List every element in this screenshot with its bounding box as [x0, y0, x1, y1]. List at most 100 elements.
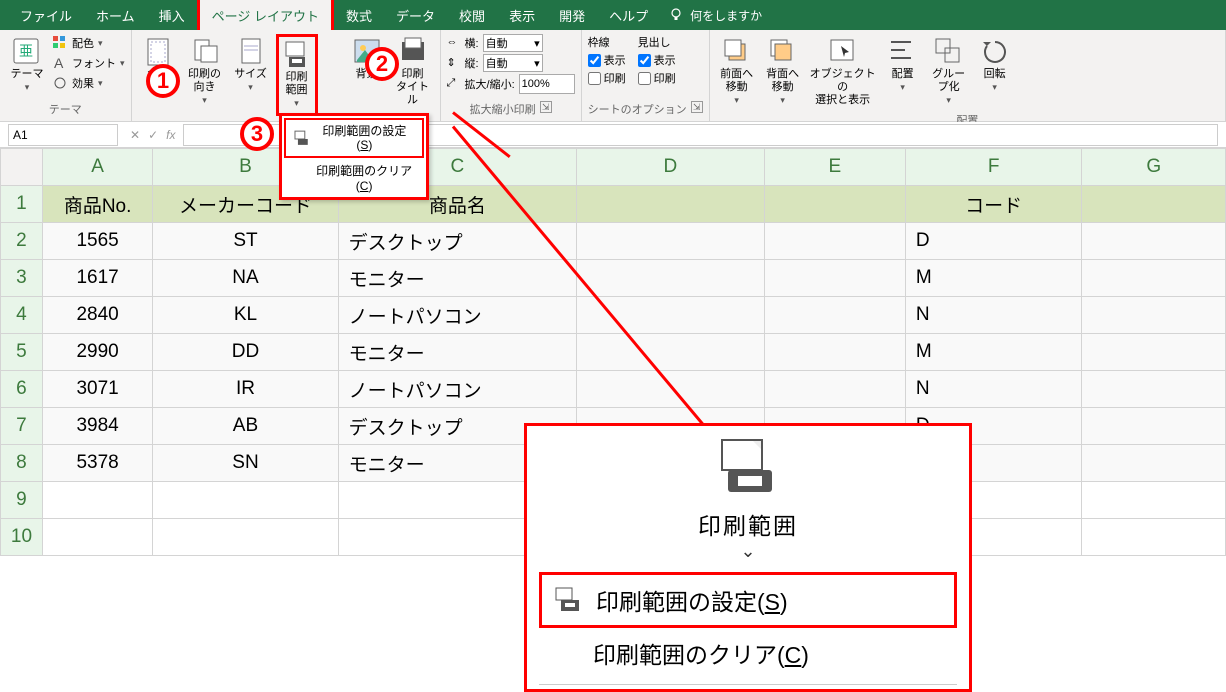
- scale-width-combo[interactable]: 自動▾: [483, 34, 543, 52]
- row-header-10[interactable]: 10: [1, 519, 43, 556]
- tab-developer[interactable]: 開発: [547, 0, 597, 31]
- row-header-2[interactable]: 2: [1, 223, 43, 260]
- effects-button[interactable]: 効果: [52, 74, 125, 92]
- tellme[interactable]: 何をしますか: [668, 7, 762, 24]
- cell[interactable]: [764, 223, 905, 260]
- cell[interactable]: ST: [153, 223, 338, 260]
- cell[interactable]: [1082, 297, 1226, 334]
- chevron-down-icon[interactable]: ⌄: [740, 541, 755, 562]
- row-header-9[interactable]: 9: [1, 482, 43, 519]
- callout-clear-print-area[interactable]: 印刷範囲のクリア(C): [539, 628, 957, 678]
- rotate-button[interactable]: 回転: [974, 34, 1016, 96]
- selection-pane-button[interactable]: オブジェクトの 選択と表示: [808, 34, 878, 110]
- tab-file[interactable]: ファイル: [8, 0, 84, 31]
- cell[interactable]: IR: [153, 371, 338, 408]
- row-header-5[interactable]: 5: [1, 334, 43, 371]
- fonts-button[interactable]: Aフォント: [52, 54, 125, 72]
- cell[interactable]: ノートパソコン: [338, 297, 576, 334]
- cell[interactable]: [42, 519, 152, 556]
- print-titles-button[interactable]: 印刷 タイトル: [392, 34, 434, 110]
- cell[interactable]: D: [905, 223, 1082, 260]
- cell[interactable]: [1082, 482, 1226, 519]
- cell[interactable]: DD: [153, 334, 338, 371]
- print-area-button[interactable]: 印刷範囲 印刷範囲の設定(S) 印刷範囲のクリア(C): [276, 34, 318, 116]
- cell[interactable]: 2990: [42, 334, 152, 371]
- row-header-4[interactable]: 4: [1, 297, 43, 334]
- cancel-icon[interactable]: ✕: [130, 128, 140, 142]
- tab-insert[interactable]: 挿入: [147, 0, 197, 31]
- align-button[interactable]: 配置: [882, 34, 924, 96]
- gridlines-print-checkbox[interactable]: 印刷: [588, 70, 626, 86]
- cell[interactable]: モニター: [338, 334, 576, 371]
- print-area-clear[interactable]: 印刷範囲のクリア(C): [282, 160, 426, 197]
- size-button[interactable]: サイズ: [230, 34, 272, 96]
- cell[interactable]: N: [905, 297, 1082, 334]
- cell[interactable]: [764, 260, 905, 297]
- select-all-corner[interactable]: [1, 149, 43, 186]
- cell[interactable]: AB: [153, 408, 338, 445]
- col-header-D[interactable]: D: [577, 149, 765, 186]
- row-header-7[interactable]: 7: [1, 408, 43, 445]
- header-cell[interactable]: [1082, 186, 1226, 223]
- cell[interactable]: [42, 482, 152, 519]
- row-header-8[interactable]: 8: [1, 445, 43, 482]
- cell[interactable]: [1082, 519, 1226, 556]
- cell[interactable]: 3984: [42, 408, 152, 445]
- row-header-1[interactable]: 1: [1, 186, 43, 223]
- gridlines-show-checkbox[interactable]: 表示: [588, 52, 626, 68]
- cell[interactable]: 1617: [42, 260, 152, 297]
- scale-pct-input[interactable]: 100%: [519, 74, 575, 94]
- name-box[interactable]: A1: [8, 124, 118, 146]
- header-cell[interactable]: 商品No.: [42, 186, 152, 223]
- cell[interactable]: [153, 519, 338, 556]
- tab-home[interactable]: ホーム: [84, 0, 147, 31]
- cell[interactable]: [1082, 445, 1226, 482]
- sheetopts-launcher[interactable]: ⇲: [691, 101, 703, 113]
- cell[interactable]: [577, 297, 765, 334]
- cell[interactable]: [577, 334, 765, 371]
- cell[interactable]: [1082, 223, 1226, 260]
- tab-formulas[interactable]: 数式: [334, 0, 384, 31]
- cell[interactable]: M: [905, 260, 1082, 297]
- tab-review[interactable]: 校閲: [447, 0, 497, 31]
- tab-pagelayout[interactable]: ページ レイアウト: [197, 0, 334, 34]
- cell[interactable]: NA: [153, 260, 338, 297]
- cell[interactable]: モニター: [338, 260, 576, 297]
- tab-help[interactable]: ヘルプ: [597, 0, 660, 31]
- enter-icon[interactable]: ✓: [148, 128, 158, 142]
- cell[interactable]: [1082, 371, 1226, 408]
- scale-launcher[interactable]: ⇲: [540, 101, 552, 113]
- orientation-button[interactable]: 印刷の 向き: [184, 34, 226, 110]
- col-header-G[interactable]: G: [1082, 149, 1226, 186]
- col-header-F[interactable]: F: [905, 149, 1082, 186]
- row-header-3[interactable]: 3: [1, 260, 43, 297]
- cell[interactable]: [764, 334, 905, 371]
- cell[interactable]: [764, 297, 905, 334]
- colors-button[interactable]: 配色: [52, 34, 125, 52]
- scale-height-combo[interactable]: 自動▾: [483, 54, 543, 72]
- cell[interactable]: SN: [153, 445, 338, 482]
- cell[interactable]: [577, 223, 765, 260]
- cell[interactable]: M: [905, 334, 1082, 371]
- bring-forward-button[interactable]: 前面へ 移動: [716, 34, 758, 110]
- cell[interactable]: [1082, 334, 1226, 371]
- cell[interactable]: [1082, 260, 1226, 297]
- cell[interactable]: [577, 260, 765, 297]
- col-header-A[interactable]: A: [42, 149, 152, 186]
- cell[interactable]: N: [905, 371, 1082, 408]
- cell[interactable]: ノートパソコン: [338, 371, 576, 408]
- cell[interactable]: 1565: [42, 223, 152, 260]
- cell[interactable]: [153, 482, 338, 519]
- callout-set-print-area[interactable]: 印刷範囲の設定(S): [539, 572, 957, 628]
- cell[interactable]: 5378: [42, 445, 152, 482]
- headings-print-checkbox[interactable]: 印刷: [638, 70, 676, 86]
- print-area-set[interactable]: 印刷範囲の設定(S): [284, 118, 424, 159]
- fx-icon[interactable]: fx: [166, 128, 175, 142]
- cell[interactable]: [764, 371, 905, 408]
- group-button[interactable]: グループ化: [928, 34, 970, 110]
- cell[interactable]: 3071: [42, 371, 152, 408]
- header-cell[interactable]: コード: [905, 186, 1082, 223]
- header-cell[interactable]: [764, 186, 905, 223]
- themes-button[interactable]: 亜 テーマ: [6, 34, 48, 96]
- cell[interactable]: 2840: [42, 297, 152, 334]
